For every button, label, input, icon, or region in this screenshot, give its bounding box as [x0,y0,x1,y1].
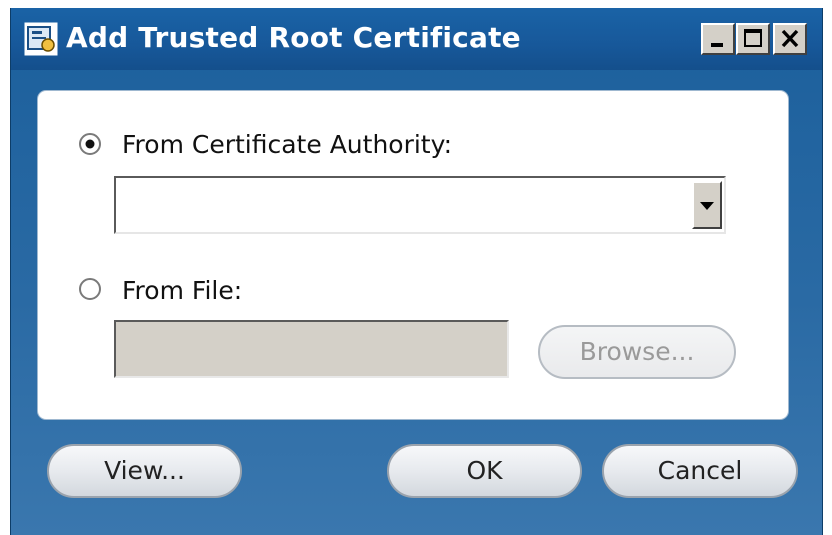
maximize-button[interactable] [736,23,770,55]
window-title: Add Trusted Root Certificate [66,21,521,54]
view-button[interactable]: View... [47,444,242,498]
close-button[interactable] [773,23,807,55]
minimize-button[interactable] [701,23,735,55]
cancel-button[interactable]: Cancel [602,444,798,498]
minimize-icon [711,43,723,47]
close-icon [781,29,799,48]
browse-button[interactable]: Browse... [538,325,736,379]
file-path-input[interactable] [114,320,509,378]
dropdown-arrow-button[interactable] [692,181,722,229]
chevron-down-icon [700,202,714,210]
from-ca-label[interactable]: From Certificate Authority: [122,130,452,160]
certificate-authority-dropdown[interactable] [114,176,726,234]
radio-from-file[interactable] [78,277,102,301]
maximize-icon [744,29,762,47]
radio-from-ca[interactable] [78,132,102,156]
ok-button[interactable]: OK [387,444,582,498]
certificate-icon [24,22,58,56]
from-file-label[interactable]: From File: [122,276,242,306]
title-bar[interactable]: Add Trusted Root Certificate [11,8,822,70]
